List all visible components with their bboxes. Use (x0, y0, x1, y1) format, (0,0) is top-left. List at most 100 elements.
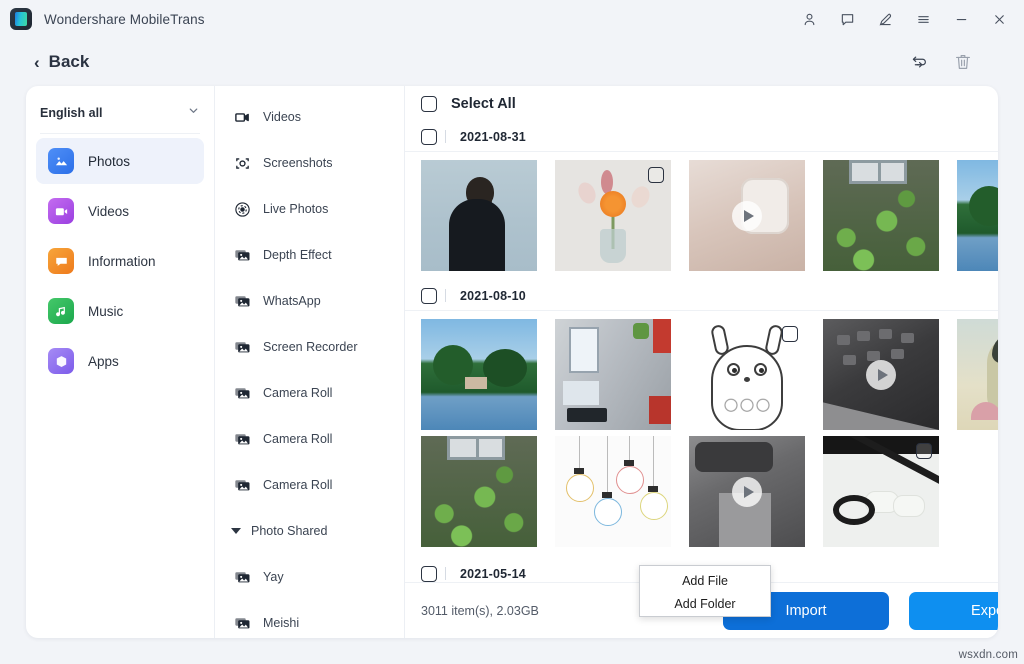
group-checkbox[interactable] (421, 129, 437, 145)
divider (445, 289, 446, 302)
sidebar: English all Photos Videos (26, 86, 215, 638)
sidebar-item-label: Photos (88, 154, 130, 169)
photo-thumbnail[interactable] (555, 319, 671, 430)
context-menu-item-add-file[interactable]: Add File (640, 569, 770, 592)
category-item-meishi[interactable]: Meishi (215, 600, 404, 638)
category-item-screenshots[interactable]: Screenshots (215, 140, 404, 186)
edit-icon[interactable] (868, 4, 902, 34)
sidebar-item-information[interactable]: Information (36, 238, 204, 284)
video-thumbnail[interactable] (689, 160, 805, 271)
date-label: 2021-08-10 (460, 289, 526, 303)
category-item-live-photos[interactable]: Live Photos (215, 186, 404, 232)
album-icon (233, 292, 251, 310)
photo-thumbnail[interactable] (555, 160, 671, 271)
select-all-checkbox[interactable] (421, 96, 437, 112)
album-icon (233, 614, 251, 632)
album-icon (233, 430, 251, 448)
album-icon (233, 338, 251, 356)
category-label: Live Photos (263, 202, 328, 216)
photo-thumbnail[interactable] (421, 160, 537, 271)
video-thumbnail[interactable] (689, 436, 805, 547)
category-label: Camera Roll (263, 478, 332, 492)
category-item-whatsapp[interactable]: WhatsApp (215, 278, 404, 324)
album-icon (233, 476, 251, 494)
category-item-yay[interactable]: Yay (215, 554, 404, 600)
music-icon (48, 298, 74, 324)
language-selector[interactable]: English all (40, 92, 200, 134)
group-checkbox[interactable] (421, 566, 437, 582)
transfer-swap-icon[interactable] (908, 51, 930, 73)
account-icon[interactable] (792, 4, 826, 34)
photo-thumbnail[interactable] (421, 319, 537, 430)
category-group-photo-shared[interactable]: Photo Shared (215, 508, 404, 554)
sidebar-item-videos[interactable]: Videos (36, 188, 204, 234)
language-label: English all (40, 106, 103, 120)
context-menu-item-add-folder[interactable]: Add Folder (640, 592, 770, 615)
category-item-screen-recorder[interactable]: Screen Recorder (215, 324, 404, 370)
play-icon (732, 201, 762, 231)
menu-icon[interactable] (906, 4, 940, 34)
date-group-header: 2021-08-31 5 (405, 122, 998, 152)
date-group-header: 2021-08-10 9 (405, 281, 998, 311)
sidebar-item-label: Information (88, 254, 156, 269)
app-title: Wondershare MobileTrans (44, 12, 205, 27)
close-icon[interactable] (982, 4, 1016, 34)
divider (445, 567, 446, 580)
video-thumbnail[interactable] (823, 319, 939, 430)
thumbnail-row (405, 311, 998, 430)
category-item-depth-effect[interactable]: Depth Effect (215, 232, 404, 278)
delete-icon[interactable] (952, 51, 974, 73)
photo-grid[interactable]: 2021-08-31 5 (405, 122, 998, 638)
group-checkbox[interactable] (421, 288, 437, 304)
date-label: 2021-05-14 (460, 567, 526, 581)
triangle-down-icon (231, 528, 241, 534)
category-label: Photo Shared (251, 524, 327, 538)
sidebar-item-music[interactable]: Music (36, 288, 204, 334)
back-label: Back (49, 52, 90, 72)
video-camera-icon (233, 108, 251, 126)
category-label: Videos (263, 110, 301, 124)
photo-browser: Select All 2021-08-31 5 (405, 86, 998, 638)
watermark: wsxdn.com (959, 649, 1018, 661)
category-item-camera-roll-2[interactable]: Camera Roll (215, 416, 404, 462)
window-controls (792, 4, 1024, 34)
content-card: English all Photos Videos (26, 86, 998, 638)
feedback-icon[interactable] (830, 4, 864, 34)
sidebar-item-label: Music (88, 304, 123, 319)
thumbnail-checkbox[interactable] (648, 167, 664, 183)
thumbnail-row (405, 152, 998, 271)
photo-thumbnail[interactable] (957, 160, 998, 271)
chevron-left-icon: ‹ (34, 54, 40, 71)
date-label: 2021-08-31 (460, 130, 526, 144)
chevron-down-icon (187, 104, 200, 122)
photo-thumbnail[interactable] (823, 436, 939, 547)
sidebar-item-label: Apps (88, 354, 119, 369)
category-label: Yay (263, 570, 284, 584)
videos-icon (48, 198, 74, 224)
photo-thumbnail[interactable] (689, 319, 805, 430)
photo-thumbnail[interactable] (823, 160, 939, 271)
category-label: Camera Roll (263, 386, 332, 400)
photos-icon (48, 148, 74, 174)
play-icon (866, 360, 896, 390)
thumbnail-checkbox[interactable] (916, 443, 932, 459)
back-button[interactable]: ‹ Back (34, 52, 89, 72)
album-icon (233, 384, 251, 402)
photo-thumbnail[interactable] (555, 436, 671, 547)
thumbnail-checkbox[interactable] (782, 326, 798, 342)
category-item-videos[interactable]: Videos (215, 94, 404, 140)
export-button[interactable]: Export (909, 592, 998, 630)
category-item-camera-roll-3[interactable]: Camera Roll (215, 462, 404, 508)
category-item-camera-roll-1[interactable]: Camera Roll (215, 370, 404, 416)
context-menu: Add File Add Folder (639, 565, 771, 617)
apps-icon (48, 348, 74, 374)
sidebar-item-apps[interactable]: Apps (36, 338, 204, 384)
sidebar-item-photos[interactable]: Photos (36, 138, 204, 184)
sidebar-item-label: Videos (88, 204, 129, 219)
minimize-icon[interactable] (944, 4, 978, 34)
category-list: Videos Screenshots Live Photos (215, 86, 405, 638)
photo-thumbnail[interactable] (421, 436, 537, 547)
category-label: WhatsApp (263, 294, 321, 308)
photo-thumbnail[interactable] (957, 319, 998, 430)
item-count-label: 3011 item(s), 2.03GB (421, 604, 539, 618)
